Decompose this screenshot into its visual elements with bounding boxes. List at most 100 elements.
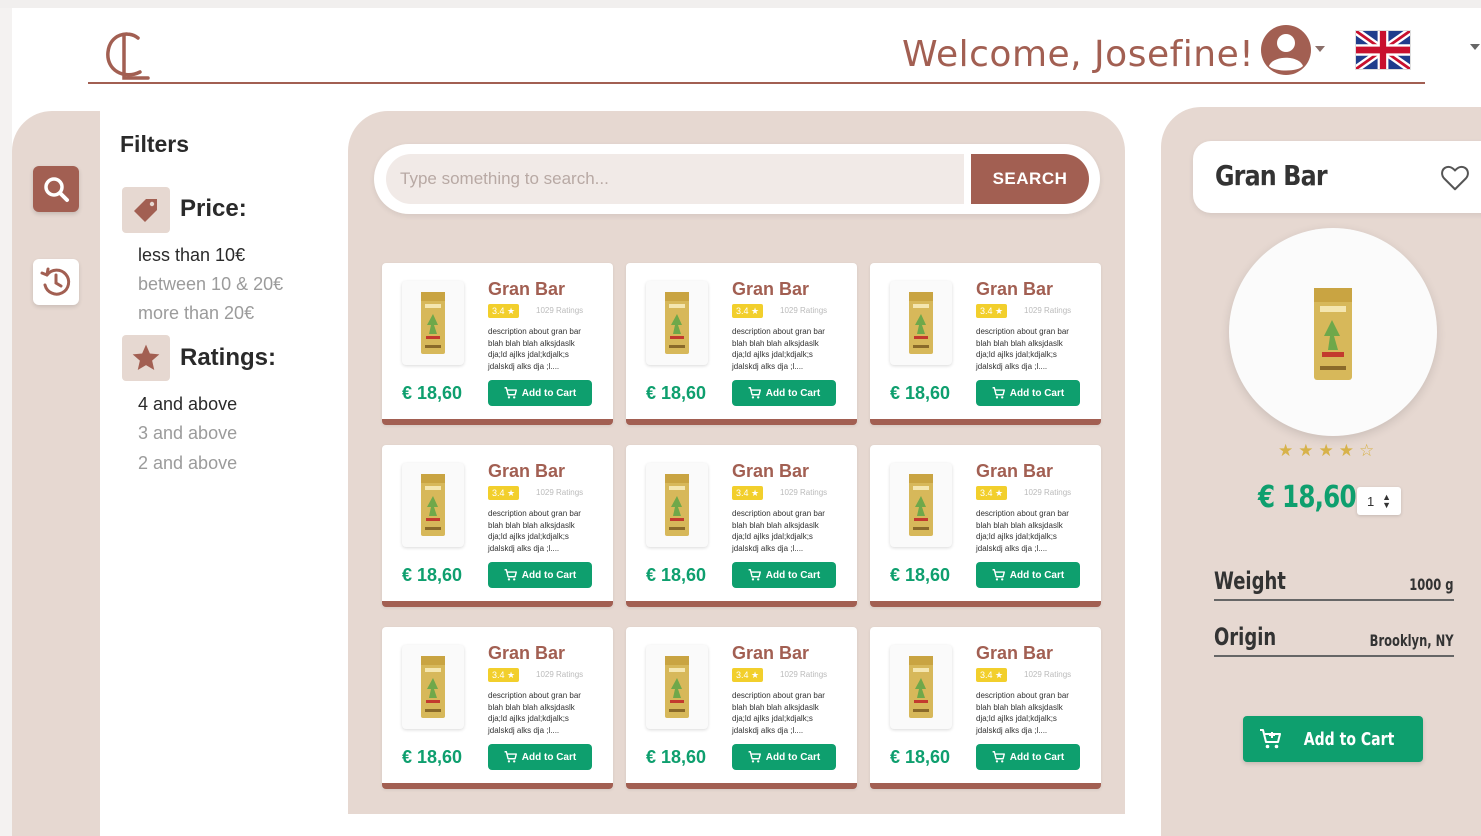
product-price: € 18,60 bbox=[890, 383, 951, 403]
detail-add-to-cart-label: Add to Cart bbox=[1303, 728, 1395, 750]
product-name[interactable]: Gran Bar bbox=[488, 643, 565, 664]
rating-option-3-up[interactable]: 3 and above bbox=[138, 423, 237, 444]
nav-history-button[interactable] bbox=[33, 259, 79, 305]
rating-badge: 3.4 ★ bbox=[488, 668, 520, 682]
add-to-cart-button[interactable]: Add to Cart bbox=[732, 744, 836, 770]
spec-value: 1000 g bbox=[1409, 575, 1454, 594]
product-image[interactable] bbox=[890, 645, 952, 729]
product-card[interactable]: Gran Bar 3.4 ★ 1029 Ratings description abo… bbox=[626, 627, 857, 789]
add-to-cart-button[interactable]: Add to Cart bbox=[976, 744, 1080, 770]
product-image[interactable] bbox=[402, 463, 464, 547]
price-option-over-20[interactable]: more than 20€ bbox=[138, 303, 254, 324]
cart-icon bbox=[748, 751, 761, 763]
add-to-cart-label: Add to Cart bbox=[521, 569, 577, 581]
product-card[interactable]: Gran Bar 3.4 ★ 1029 Ratings description abo… bbox=[626, 445, 857, 607]
product-detail-panel: Gran Bar ★ ★ ★ ★ ☆ € 18,60 1 ▲ ▼ Weight 1000 … bbox=[1161, 107, 1481, 836]
detail-add-to-cart-button[interactable]: Add to Cart bbox=[1243, 716, 1423, 762]
cart-icon bbox=[504, 751, 517, 763]
product-name[interactable]: Gran Bar bbox=[488, 461, 565, 482]
product-name[interactable]: Gran Bar bbox=[976, 461, 1053, 482]
product-image[interactable] bbox=[646, 463, 708, 547]
add-to-cart-label: Add to Cart bbox=[1009, 569, 1065, 581]
add-to-cart-button[interactable]: Add to Cart bbox=[488, 562, 592, 588]
ratings-count: 1029 Ratings bbox=[780, 306, 828, 315]
product-card-partial[interactable] bbox=[870, 819, 1101, 836]
add-to-cart-button[interactable]: Add to Cart bbox=[488, 744, 592, 770]
search-bar: SEARCH bbox=[374, 144, 1100, 214]
product-name[interactable]: Gran Bar bbox=[976, 643, 1053, 664]
product-card[interactable]: Gran Bar 3.4 ★ 1029 Ratings description abo… bbox=[382, 627, 613, 789]
rating-option-4-up[interactable]: 4 and above bbox=[138, 394, 237, 415]
ratings-count: 1029 Ratings bbox=[536, 306, 584, 315]
user-menu-chevron-icon[interactable] bbox=[1315, 46, 1325, 52]
rating-badge: 3.4 ★ bbox=[488, 304, 520, 318]
product-image[interactable] bbox=[890, 281, 952, 365]
add-to-cart-button[interactable]: Add to Cart bbox=[732, 380, 836, 406]
product-description: description about gran bar blah blah bla… bbox=[732, 327, 825, 371]
product-card[interactable]: Gran Bar 3.4 ★ 1029 Ratings description abo… bbox=[382, 445, 613, 607]
product-description: description about gran bar blah blah bla… bbox=[488, 327, 581, 371]
product-price: € 18,60 bbox=[402, 747, 463, 767]
coffee-bag-image bbox=[421, 292, 445, 354]
user-avatar-icon[interactable] bbox=[1260, 24, 1312, 76]
product-name[interactable]: Gran Bar bbox=[976, 279, 1053, 300]
coffee-bag-image bbox=[909, 292, 933, 354]
window-left-edge bbox=[0, 8, 12, 836]
rating-option-2-up[interactable]: 2 and above bbox=[138, 453, 237, 474]
nav-search-button[interactable] bbox=[33, 166, 79, 212]
product-card[interactable]: Gran Bar 3.4 ★ 1029 Ratings description abo… bbox=[870, 445, 1101, 607]
brand-logo-icon[interactable] bbox=[98, 26, 158, 86]
cart-icon bbox=[748, 569, 761, 581]
add-to-cart-label: Add to Cart bbox=[765, 751, 821, 763]
cart-icon bbox=[992, 751, 1005, 763]
search-input[interactable] bbox=[386, 154, 964, 204]
product-name[interactable]: Gran Bar bbox=[732, 461, 809, 482]
quantity-selector[interactable]: 1 ▲ ▼ bbox=[1357, 487, 1401, 515]
price-tag-icon-box bbox=[122, 187, 170, 233]
favorite-heart-icon[interactable] bbox=[1440, 163, 1470, 193]
rating-badge: 3.4 ★ bbox=[976, 486, 1008, 500]
product-card[interactable]: Gran Bar 3.4 ★ 1029 Ratings description abo… bbox=[382, 263, 613, 425]
price-option-under-10[interactable]: less than 10€ bbox=[138, 245, 245, 266]
uk-flag-language-icon[interactable] bbox=[1355, 30, 1411, 70]
add-to-cart-button[interactable]: Add to Cart bbox=[488, 380, 592, 406]
ratings-count: 1029 Ratings bbox=[1024, 488, 1072, 497]
product-image[interactable] bbox=[402, 281, 464, 365]
price-option-10-20[interactable]: between 10 & 20€ bbox=[138, 274, 283, 295]
search-button[interactable]: SEARCH bbox=[971, 154, 1089, 204]
add-to-cart-button[interactable]: Add to Cart bbox=[976, 562, 1080, 588]
product-card[interactable]: Gran Bar 3.4 ★ 1029 Ratings description abo… bbox=[626, 263, 857, 425]
browser-top-strip bbox=[0, 0, 1481, 8]
coffee-bag-image bbox=[665, 292, 689, 354]
product-card[interactable]: Gran Bar 3.4 ★ 1029 Ratings description abo… bbox=[870, 627, 1101, 789]
add-to-cart-label: Add to Cart bbox=[765, 569, 821, 581]
product-name[interactable]: Gran Bar bbox=[732, 643, 809, 664]
add-to-cart-button[interactable]: Add to Cart bbox=[732, 562, 836, 588]
product-name[interactable]: Gran Bar bbox=[488, 279, 565, 300]
add-to-cart-button[interactable]: Add to Cart bbox=[976, 380, 1080, 406]
product-image[interactable] bbox=[646, 645, 708, 729]
language-menu-chevron-icon[interactable] bbox=[1470, 44, 1480, 50]
product-card[interactable]: Gran Bar 3.4 ★ 1029 Ratings description abo… bbox=[870, 263, 1101, 425]
product-name[interactable]: Gran Bar bbox=[732, 279, 809, 300]
product-image[interactable] bbox=[890, 463, 952, 547]
detail-price: € 18,60 bbox=[1258, 480, 1357, 515]
left-nav-rail bbox=[12, 111, 100, 836]
product-image[interactable] bbox=[402, 645, 464, 729]
product-results-panel: SEARCH Gran Bar 3.4 ★ 1029 Ratings descript… bbox=[348, 111, 1125, 836]
product-price: € 18,60 bbox=[646, 747, 707, 767]
ratings-count: 1029 Ratings bbox=[1024, 670, 1072, 679]
spec-row-weight: Weight 1000 g bbox=[1214, 565, 1454, 601]
star-icon bbox=[132, 344, 160, 370]
product-description: description about gran bar blah blah bla… bbox=[976, 509, 1069, 553]
product-card-partial[interactable] bbox=[382, 819, 613, 836]
ratings-count: 1029 Ratings bbox=[780, 670, 828, 679]
spec-label: Weight bbox=[1214, 567, 1286, 595]
cart-icon bbox=[504, 569, 517, 581]
product-price: € 18,60 bbox=[890, 747, 951, 767]
add-to-cart-label: Add to Cart bbox=[1009, 751, 1065, 763]
ratings-count: 1029 Ratings bbox=[780, 488, 828, 497]
product-card-partial[interactable] bbox=[626, 819, 857, 836]
filters-title: Filters bbox=[120, 131, 190, 157]
product-image[interactable] bbox=[646, 281, 708, 365]
